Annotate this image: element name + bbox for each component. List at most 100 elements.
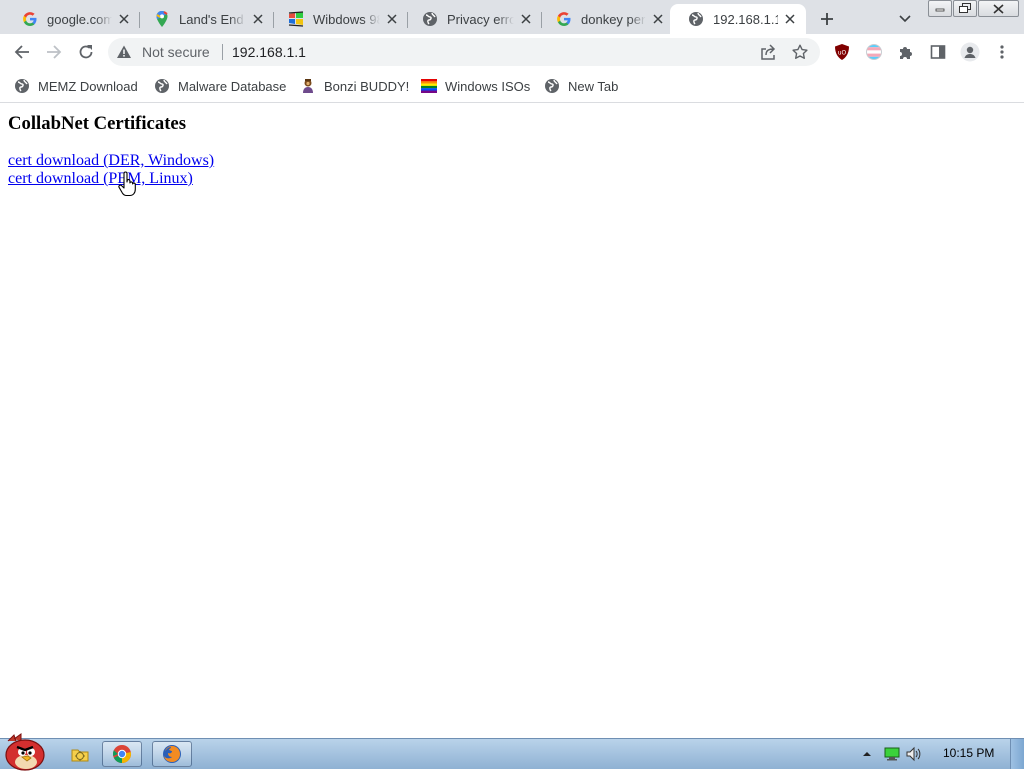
trans-flag-extension-button[interactable] [860, 38, 888, 66]
plus-icon [821, 13, 833, 25]
globe-icon [688, 11, 704, 27]
clock[interactable]: 10:15 PM [943, 746, 994, 760]
bookmark-label: MEMZ Download [38, 78, 138, 94]
ublock-icon: uO [835, 44, 849, 60]
start-button[interactable] [0, 731, 50, 771]
trans-flag-icon [866, 44, 882, 60]
tab-active-router[interactable]: 192.168.1.1 [670, 4, 806, 34]
profile-button[interactable] [956, 38, 984, 66]
tab-search-button[interactable] [893, 7, 917, 31]
bookmark-new-tab[interactable]: New Tab [544, 76, 618, 96]
globe-icon [154, 78, 170, 94]
hand-cursor-icon [118, 171, 136, 197]
share-icon[interactable] [760, 44, 776, 60]
bookmark-star-icon[interactable] [792, 44, 808, 60]
side-panel-icon [930, 45, 946, 59]
tab-title: google.com [47, 11, 112, 27]
tab-privacy-error[interactable]: Privacy error [404, 4, 542, 34]
show-desktop-button[interactable] [1010, 739, 1024, 769]
angry-bird-icon [5, 733, 45, 771]
ublock-extension-button[interactable]: uO [828, 38, 856, 66]
forward-button[interactable] [40, 38, 68, 66]
tab-strip: google.com Land's End Wibdows 98 Privacy… [0, 0, 1024, 34]
google-icon [22, 11, 38, 27]
tab-title: Wibdows 98 [313, 11, 380, 27]
browser-toolbar: Not secure 192.168.1.1 uO [0, 34, 1024, 70]
chrome-icon [113, 745, 132, 764]
tab-google[interactable]: google.com [4, 4, 140, 34]
cert-download-der-link[interactable]: cert download (DER, Windows) [8, 152, 214, 170]
security-status[interactable]: Not secure [142, 44, 210, 60]
chevron-down-icon [899, 15, 911, 23]
restore-icon [959, 3, 972, 13]
side-panel-button[interactable] [924, 38, 952, 66]
close-icon[interactable] [250, 11, 266, 27]
speaker-icon [906, 746, 921, 762]
tab-wibdows[interactable]: Wibdows 98 [270, 4, 408, 34]
extensions-button[interactable] [892, 38, 920, 66]
close-icon [993, 3, 1004, 14]
tab-title: Land's End [179, 11, 244, 27]
warning-icon[interactable] [116, 44, 132, 60]
tab-title: 192.168.1.1 [713, 11, 778, 27]
omnibox-divider [222, 44, 223, 60]
page-content: CollabNet Certificates cert download (DE… [0, 103, 1024, 738]
rainbow-flag-icon [421, 78, 437, 94]
puzzle-icon [900, 47, 912, 59]
window-close-button[interactable] [978, 0, 1020, 17]
reload-button[interactable] [72, 38, 100, 66]
tab-lands-end[interactable]: Land's End [136, 4, 274, 34]
globe-icon [14, 78, 30, 94]
url-text[interactable]: 192.168.1.1 [232, 44, 306, 60]
close-icon[interactable] [650, 11, 666, 27]
bookmark-memz[interactable]: MEMZ Download [14, 76, 138, 96]
back-button[interactable] [8, 38, 36, 66]
google-icon [556, 11, 572, 27]
show-hidden-icons-button[interactable] [862, 739, 872, 769]
tab-title: donkey per [581, 11, 646, 27]
windows-flag-icon [288, 11, 304, 27]
globe-icon [544, 78, 560, 94]
arrow-right-icon [47, 45, 62, 59]
network-tray-button[interactable] [884, 739, 900, 769]
bookmark-label: Bonzi BUDDY! [324, 78, 410, 94]
menu-button[interactable] [988, 38, 1016, 66]
taskbar-firefox[interactable] [152, 741, 192, 767]
bookmark-label: Windows ISOs [445, 78, 531, 94]
minimize-button[interactable] [928, 0, 953, 17]
firefox-icon [163, 745, 181, 763]
taskbar-explorer[interactable] [60, 741, 100, 767]
bookmark-bonzi-buddy[interactable]: Bonzi BUDDY! [300, 76, 409, 96]
cert-download-pem-link[interactable]: cert download (PEM, Linux) [8, 170, 193, 188]
bonzi-icon [300, 78, 316, 94]
bookmarks-bar: MEMZ Download Malware Database Bonzi BUD… [0, 70, 1024, 103]
taskbar: 10:15 PM [0, 733, 1024, 771]
bookmark-malware-database[interactable]: Malware Database [154, 76, 286, 96]
maps-pin-icon [154, 11, 170, 27]
new-tab-button[interactable] [815, 7, 839, 31]
minimize-icon [935, 8, 945, 11]
chevron-up-icon [863, 752, 871, 756]
network-icon [884, 747, 900, 761]
close-icon[interactable] [116, 11, 132, 27]
globe-icon [422, 11, 438, 27]
volume-tray-button[interactable] [905, 739, 923, 769]
reload-icon [79, 45, 93, 59]
svg-text:uO: uO [838, 50, 847, 57]
close-icon[interactable] [782, 11, 798, 27]
restore-button[interactable] [953, 0, 978, 17]
bookmark-label: New Tab [568, 78, 619, 94]
taskbar-chrome[interactable] [102, 741, 142, 767]
window-controls [928, 0, 1020, 17]
close-icon[interactable] [518, 11, 534, 27]
close-icon[interactable] [384, 11, 400, 27]
bookmark-label: Malware Database [178, 78, 287, 94]
arrow-left-icon [14, 45, 29, 59]
address-bar[interactable]: Not secure 192.168.1.1 [108, 38, 820, 66]
kebab-menu-icon [1000, 45, 1004, 59]
tab-donkey[interactable]: donkey per [538, 4, 674, 34]
bookmark-windows-isos[interactable]: Windows ISOs [421, 76, 530, 96]
page-heading: CollabNet Certificates [8, 113, 186, 134]
tab-title: Privacy error [447, 11, 514, 27]
folder-icon [71, 749, 89, 762]
